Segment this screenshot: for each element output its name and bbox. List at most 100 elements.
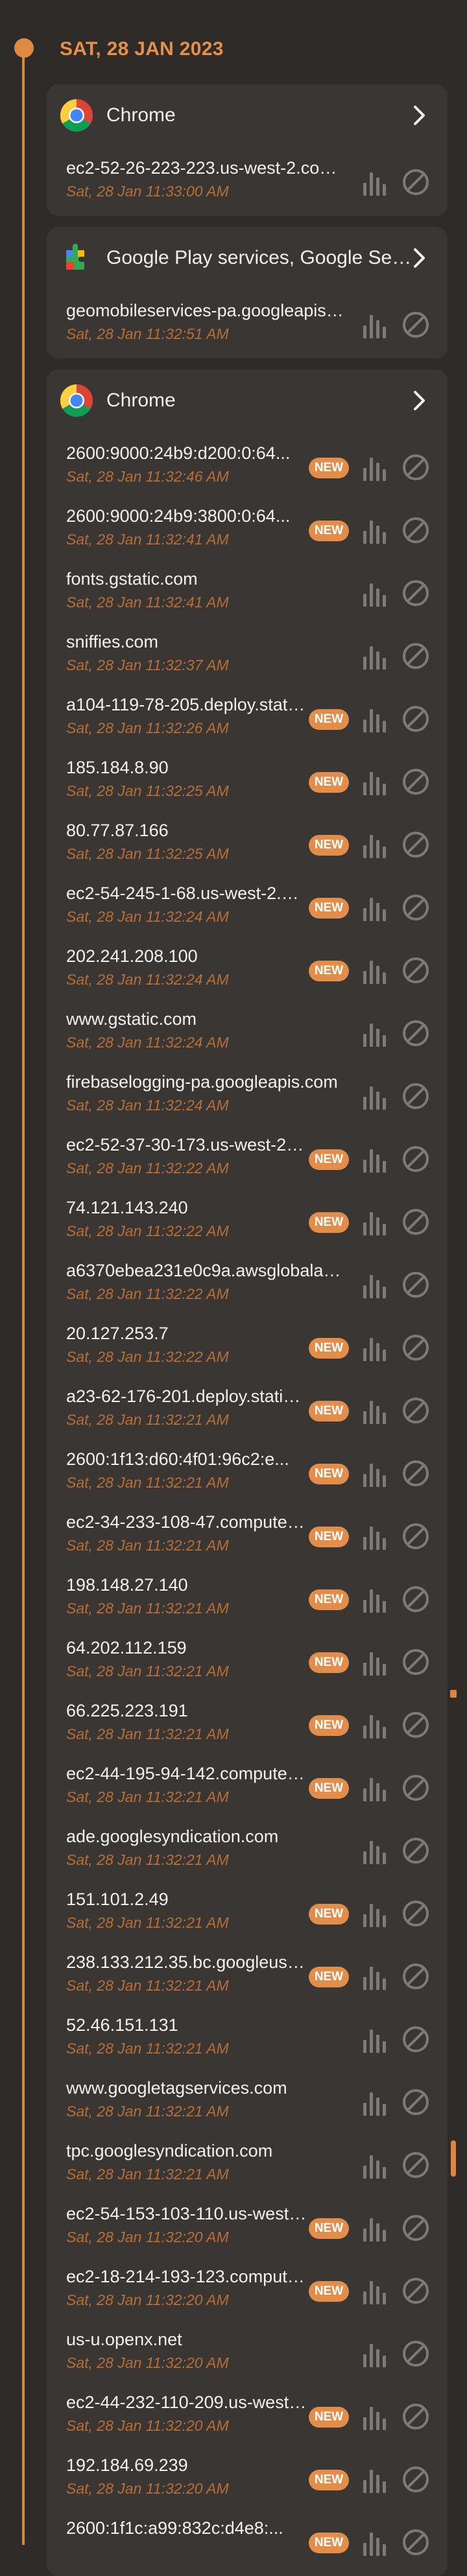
chevron-right-icon[interactable] (407, 389, 431, 412)
connection-row[interactable]: a6370ebea231e0c9a.awsglobalaccelerator.c… (47, 1249, 448, 1312)
block-icon[interactable] (401, 1018, 431, 1048)
stats-icon[interactable] (361, 1334, 389, 1363)
connection-row[interactable]: 80.77.87.166 Sat, 28 Jan 11:32:25 AM NEW (47, 809, 448, 872)
block-icon[interactable] (401, 1458, 431, 1488)
connection-row[interactable]: 185.184.8.90 Sat, 28 Jan 11:32:25 AM NEW (47, 746, 448, 809)
stats-icon[interactable] (361, 2026, 389, 2054)
stats-icon[interactable] (361, 169, 389, 197)
block-icon[interactable] (401, 1836, 431, 1866)
stats-icon[interactable] (361, 2277, 389, 2306)
stats-icon[interactable] (361, 1586, 389, 1614)
block-icon[interactable] (401, 2465, 431, 2494)
connection-row[interactable]: ec2-18-214-193-123.compute-1.amazonaws.c… (47, 2255, 448, 2318)
stats-icon[interactable] (361, 2151, 389, 2180)
connection-row[interactable]: 52.46.151.131 Sat, 28 Jan 11:32:21 AM (47, 2004, 448, 2067)
connection-row[interactable]: fonts.gstatic.com Sat, 28 Jan 11:32:41 AM (47, 557, 448, 620)
block-icon[interactable] (401, 1521, 431, 1551)
block-icon[interactable] (401, 452, 431, 482)
block-icon[interactable] (401, 955, 431, 985)
connection-row[interactable]: ec2-44-195-94-142.compute-1.amazonaws.co… (47, 1752, 448, 1815)
connection-row[interactable]: 2600:1f1c:a99:832c:d4e8:... NEW (47, 2507, 448, 2570)
connection-row[interactable]: ec2-54-245-1-68.us-west-2.compute.amazon… (47, 872, 448, 935)
chevron-right-icon[interactable] (407, 246, 431, 270)
stats-icon[interactable] (361, 1900, 389, 1928)
stats-icon[interactable] (361, 1020, 389, 1048)
block-icon[interactable] (401, 704, 431, 734)
connection-row[interactable]: www.googletagservices.com Sat, 28 Jan 11:… (47, 2067, 448, 2129)
stats-icon[interactable] (361, 1460, 389, 1488)
stats-icon[interactable] (361, 311, 389, 340)
connection-row[interactable]: 238.133.212.35.bc.googleusercontent.com S… (47, 1941, 448, 2004)
block-icon[interactable] (401, 2527, 431, 2557)
stats-icon[interactable] (361, 2089, 389, 2117)
block-icon[interactable] (401, 1144, 431, 1174)
block-icon[interactable] (401, 167, 431, 197)
block-icon[interactable] (401, 1899, 431, 1928)
block-icon[interactable] (401, 2024, 431, 2054)
connection-row[interactable]: 202.241.208.100 Sat, 28 Jan 11:32:24 AM NE… (47, 935, 448, 998)
block-icon[interactable] (401, 1207, 431, 1237)
connection-row[interactable]: 198.148.27.140 Sat, 28 Jan 11:32:21 AM NEW (47, 1563, 448, 1626)
stats-icon[interactable] (361, 1083, 389, 1111)
stats-icon[interactable] (361, 2466, 389, 2494)
connection-row[interactable]: ec2-52-37-30-173.us-west-2.compute.amazo… (47, 1123, 448, 1186)
app-group-header[interactable]: Google Play services, Google Services Fr… (47, 227, 448, 289)
block-icon[interactable] (401, 2087, 431, 2117)
block-icon[interactable] (401, 1647, 431, 1677)
connection-row[interactable]: www.gstatic.com Sat, 28 Jan 11:32:24 AM (47, 998, 448, 1060)
connection-row[interactable]: 2600:9000:24b9:3800:0:64... Sat, 28 Jan 1… (47, 495, 448, 557)
block-icon[interactable] (401, 1584, 431, 1614)
stats-icon[interactable] (361, 1774, 389, 1803)
app-group-header[interactable]: Chrome (47, 84, 448, 146)
stats-icon[interactable] (361, 1397, 389, 1425)
connection-row[interactable]: ec2-34-233-108-47.compute-1.amazonaws.co… (47, 1501, 448, 1563)
block-icon[interactable] (401, 1081, 431, 1111)
block-icon[interactable] (401, 310, 431, 340)
connection-row[interactable]: 192.184.69.239 Sat, 28 Jan 11:32:20 AM NEW (47, 2444, 448, 2507)
connection-row[interactable]: tpc.googlesyndication.com Sat, 28 Jan 11:… (47, 2129, 448, 2192)
connection-row[interactable]: geomobileservices-pa.googleapis.com Sat, … (47, 289, 448, 352)
connection-row[interactable]: sniffies.com Sat, 28 Jan 11:32:37 AM (47, 620, 448, 683)
stats-icon[interactable] (361, 1145, 389, 1174)
connection-row[interactable]: 2600:9000:24b9:d200:0:64... Sat, 28 Jan 1… (47, 432, 448, 495)
app-group-header[interactable]: Chrome (47, 369, 448, 432)
stats-icon[interactable] (361, 1711, 389, 1740)
block-icon[interactable] (401, 830, 431, 860)
stats-icon[interactable] (361, 517, 389, 545)
scrollbar-thumb[interactable] (451, 2140, 456, 2177)
connection-row[interactable]: 74.121.143.240 Sat, 28 Jan 11:32:22 AM NEW (47, 1186, 448, 1249)
stats-icon[interactable] (361, 1523, 389, 1551)
stats-icon[interactable] (361, 831, 389, 860)
connection-row[interactable]: ec2-54-153-103-110.us-west-1.compute.ama… (47, 2192, 448, 2255)
stats-icon[interactable] (361, 957, 389, 985)
stats-icon[interactable] (361, 2529, 389, 2557)
stats-icon[interactable] (361, 768, 389, 797)
stats-icon[interactable] (361, 1963, 389, 1991)
block-icon[interactable] (401, 1333, 431, 1363)
stats-icon[interactable] (361, 1837, 389, 1866)
stats-icon[interactable] (361, 1271, 389, 1300)
stats-icon[interactable] (361, 2214, 389, 2243)
connection-row[interactable]: 64.202.112.159 Sat, 28 Jan 11:32:21 AM NEW (47, 1626, 448, 1689)
connection-row[interactable]: 20.127.253.7 Sat, 28 Jan 11:32:22 AM NEW (47, 1312, 448, 1375)
connection-row[interactable]: a23-62-176-201.deploy.static.akamaitechn… (47, 1375, 448, 1438)
block-icon[interactable] (401, 2213, 431, 2243)
connection-row[interactable]: 2600:1f13:d60:4f01:96c2:e... Sat, 28 Jan … (47, 1438, 448, 1501)
block-icon[interactable] (401, 1270, 431, 1300)
block-icon[interactable] (401, 641, 431, 671)
stats-icon[interactable] (361, 2403, 389, 2431)
block-icon[interactable] (401, 1710, 431, 1740)
connection-row[interactable]: a104-119-78-205.deploy.static.akamaitech… (47, 683, 448, 746)
block-icon[interactable] (401, 2276, 431, 2306)
block-icon[interactable] (401, 578, 431, 608)
stats-icon[interactable] (361, 1648, 389, 1677)
connection-row[interactable]: firebaselogging-pa.googleapis.com Sat, 28… (47, 1060, 448, 1123)
stats-icon[interactable] (361, 1208, 389, 1237)
stats-icon[interactable] (361, 580, 389, 608)
block-icon[interactable] (401, 767, 431, 797)
connection-row[interactable]: ec2-52-26-223-223.us-west-2.compute.amaz… (47, 146, 448, 209)
chevron-right-icon[interactable] (407, 104, 431, 127)
block-icon[interactable] (401, 1773, 431, 1803)
block-icon[interactable] (401, 2402, 431, 2431)
stats-icon[interactable] (361, 705, 389, 734)
